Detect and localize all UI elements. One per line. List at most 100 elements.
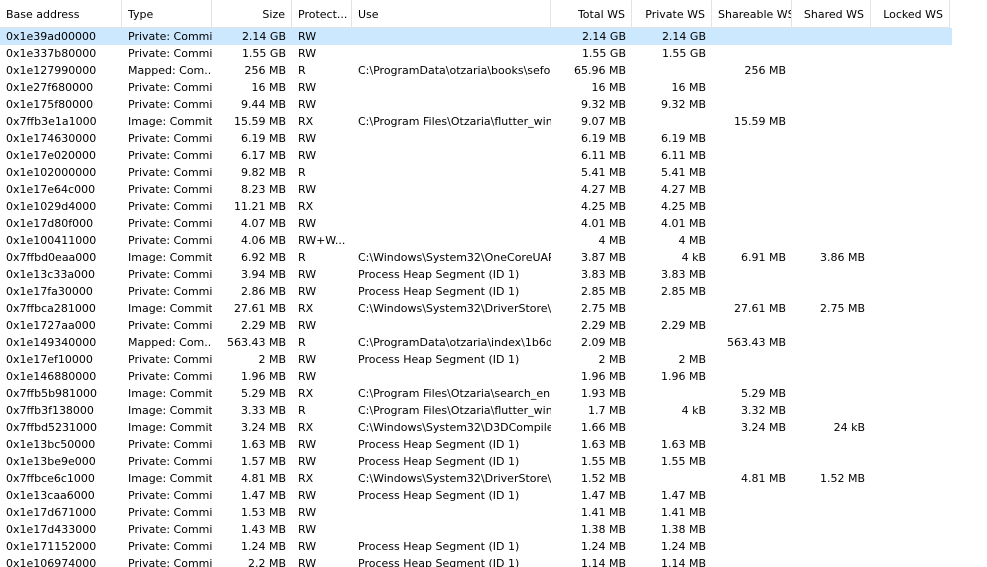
cell-size: 1.24 MB — [240, 540, 286, 553]
cell-total-ws: 6.19 MB — [580, 132, 626, 145]
table-row[interactable]: 0x1e127990000 Mapped: Com... 256 MB R C:\Pro… — [0, 62, 952, 79]
cell-type: Private: Commit — [128, 285, 212, 298]
cell-locked-ws — [871, 317, 950, 334]
cell-private-ws: 1.63 MB — [660, 438, 706, 451]
column-header-size[interactable]: Size — [212, 0, 292, 27]
cell-base-address: 0x1e13be9e000 — [6, 455, 96, 468]
cell-size: 6.19 MB — [240, 132, 286, 145]
table-row[interactable]: 0x1e39ad00000 Private: Commit 2.14 GB RW 2.1… — [0, 28, 952, 45]
cell-private-ws: 1.47 MB — [660, 489, 706, 502]
cell-type: Private: Commit — [128, 438, 212, 451]
table-row[interactable]: 0x1e17e020000 Private: Commit 6.17 MB RW 6.1… — [0, 147, 952, 164]
table-row[interactable]: 0x1e146880000 Private: Commit 1.96 MB RW 1.9… — [0, 368, 952, 385]
cell-total-ws: 16 MB — [591, 81, 626, 94]
column-header-total-ws[interactable]: Total WS ˅ — [551, 0, 632, 27]
column-header-private-ws[interactable]: Private WS — [632, 0, 712, 27]
cell-shareable-ws: 256 MB — [744, 64, 786, 77]
column-header-label: Shared WS — [803, 8, 864, 21]
cell-type: Private: Commit — [128, 319, 212, 332]
memory-regions-list[interactable]: 0x1e39ad00000 Private: Commit 2.14 GB RW 2.1… — [0, 28, 987, 567]
cell-private-ws: 1.55 MB — [660, 455, 706, 468]
cell-type: Image: Commit — [128, 302, 212, 315]
table-row[interactable]: 0x7ffbce6c1000 Image: Commit 4.81 MB RX C:\W… — [0, 470, 952, 487]
table-row[interactable]: 0x7ffb3e1a1000 Image: Commit 15.59 MB RX C:\… — [0, 113, 952, 130]
column-header-base-address[interactable]: Base address — [0, 0, 122, 27]
table-row[interactable]: 0x1e17ef10000 Private: Commit 2 MB RW Proces… — [0, 351, 952, 368]
cell-protection: RW — [298, 353, 317, 366]
cell-size: 3.24 MB — [240, 421, 286, 434]
table-row[interactable]: 0x1e171152000 Private: Commit 1.24 MB RW Pro… — [0, 538, 952, 555]
memory-regions-grid[interactable]: Base address Type Size Protect... Use Total W… — [0, 0, 987, 567]
cell-total-ws: 9.32 MB — [580, 98, 626, 111]
table-row[interactable]: 0x1e13caa6000 Private: Commit 1.47 MB RW Pro… — [0, 487, 952, 504]
cell-shareable-ws — [712, 79, 792, 96]
cell-use: C:\Program Files\Otzaria\search_en... — [358, 387, 551, 400]
table-row[interactable]: 0x1e106974000 Private: Commit 2.2 MB RW Proc… — [0, 555, 952, 567]
cell-size: 1.96 MB — [240, 370, 286, 383]
table-row[interactable]: 0x7ffbd0eaa000 Image: Commit 6.92 MB R C:\Wi… — [0, 249, 952, 266]
cell-total-ws: 2.29 MB — [580, 319, 626, 332]
column-header-use[interactable]: Use — [352, 0, 551, 27]
cell-total-ws: 2.09 MB — [580, 336, 626, 349]
table-row[interactable]: 0x1e17d671000 Private: Commit 1.53 MB RW 1.4… — [0, 504, 952, 521]
table-row[interactable]: 0x1e17e64c000 Private: Commit 8.23 MB RW 4.2… — [0, 181, 952, 198]
table-row[interactable]: 0x1e174630000 Private: Commit 6.19 MB RW 6.1… — [0, 130, 952, 147]
cell-size: 3.94 MB — [240, 268, 286, 281]
table-row[interactable]: 0x1e100411000 Private: Commit 4.06 MB RW+W.… — [0, 232, 952, 249]
cell-use: Process Heap Segment (ID 1) — [358, 285, 520, 298]
cell-type: Private: Commit — [128, 200, 212, 213]
cell-shareable-ws — [712, 351, 792, 368]
table-row[interactable]: 0x1e175f80000 Private: Commit 9.44 MB RW 9.3… — [0, 96, 952, 113]
cell-private-ws — [632, 419, 712, 436]
table-row[interactable]: 0x7ffb3f138000 Image: Commit 3.33 MB R C:\Pr… — [0, 402, 952, 419]
cell-locked-ws — [871, 453, 950, 470]
cell-locked-ws — [871, 419, 950, 436]
cell-shareable-ws — [712, 453, 792, 470]
table-row[interactable]: 0x7ffbd5231000 Image: Commit 3.24 MB RX C:\W… — [0, 419, 952, 436]
cell-use: C:\Program Files\Otzaria\flutter_win... — [358, 404, 551, 417]
table-row[interactable]: 0x7ffbca281000 Image: Commit 27.61 MB RX C:\… — [0, 300, 952, 317]
column-header-shared-ws[interactable]: Shared WS — [792, 0, 871, 27]
cell-private-ws: 16 MB — [671, 81, 706, 94]
table-row[interactable]: 0x1e17fa30000 Private: Commit 2.86 MB RW Pro… — [0, 283, 952, 300]
cell-locked-ws — [871, 96, 950, 113]
cell-locked-ws — [871, 198, 950, 215]
table-row[interactable]: 0x1e13be9e000 Private: Commit 1.57 MB RW Pro… — [0, 453, 952, 470]
table-row[interactable]: 0x1e102000000 Private: Commit 9.82 MB R 5.41… — [0, 164, 952, 181]
table-row[interactable]: 0x1e17d80f000 Private: Commit 4.07 MB RW 4.0… — [0, 215, 952, 232]
cell-use — [352, 215, 551, 232]
cell-size: 563.43 MB — [226, 336, 286, 349]
cell-size: 16 MB — [251, 81, 286, 94]
cell-locked-ws — [871, 334, 950, 351]
table-row[interactable]: 0x1e149340000 Mapped: Com... 563.43 MB R C:\… — [0, 334, 952, 351]
table-row[interactable]: 0x1e13c33a000 Private: Commit 3.94 MB RW Pro… — [0, 266, 952, 283]
table-row[interactable]: 0x1e1727aa000 Private: Commit 2.29 MB RW 2.2… — [0, 317, 952, 334]
cell-size: 9.44 MB — [240, 98, 286, 111]
cell-use: Process Heap Segment (ID 1) — [358, 438, 520, 451]
table-row[interactable]: 0x1e337b80000 Private: Commit 1.55 GB RW 1.5… — [0, 45, 952, 62]
cell-private-ws: 1.96 MB — [660, 370, 706, 383]
cell-private-ws: 6.11 MB — [660, 149, 706, 162]
column-header-locked-ws[interactable]: Locked WS — [871, 0, 950, 27]
cell-base-address: 0x7ffbd5231000 — [6, 421, 98, 434]
cell-locked-ws — [871, 436, 950, 453]
table-row[interactable]: 0x1e13bc50000 Private: Commit 1.63 MB RW Pro… — [0, 436, 952, 453]
cell-locked-ws — [871, 385, 950, 402]
column-header-label: Shareable WS — [718, 8, 792, 21]
column-header-shareable-ws[interactable]: Shareable WS — [712, 0, 792, 27]
column-header-type[interactable]: Type — [122, 0, 212, 27]
cell-base-address: 0x1e17fa30000 — [6, 285, 93, 298]
table-row[interactable]: 0x1e17d433000 Private: Commit 1.43 MB RW 1.3… — [0, 521, 952, 538]
table-row[interactable]: 0x1e1029d4000 Private: Commit 11.21 MB RX 4.… — [0, 198, 952, 215]
column-header-label: Use — [358, 8, 379, 21]
cell-protection: RX — [298, 472, 314, 485]
cell-shareable-ws — [712, 232, 792, 249]
cell-use: C:\Windows\System32\DriverStore\... — [358, 302, 551, 315]
cell-protection: RW — [298, 30, 317, 43]
table-row[interactable]: 0x7ffb5b981000 Image: Commit 5.29 MB RX C:\P… — [0, 385, 952, 402]
cell-total-ws: 1.41 MB — [580, 506, 626, 519]
table-row[interactable]: 0x1e27f680000 Private: Commit 16 MB RW 16 MB… — [0, 79, 952, 96]
column-header-protection[interactable]: Protect... — [292, 0, 352, 27]
cell-size: 1.47 MB — [240, 489, 286, 502]
cell-protection: R — [298, 166, 306, 179]
